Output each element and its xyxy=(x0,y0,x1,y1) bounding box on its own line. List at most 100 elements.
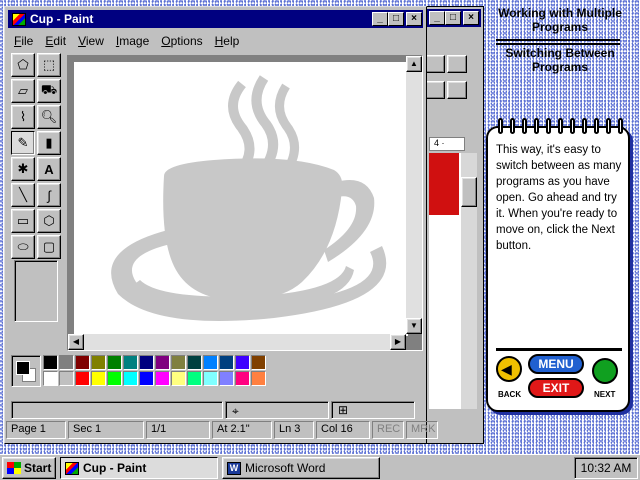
heading-divider-2 xyxy=(496,43,620,45)
color-swatch[interactable] xyxy=(251,355,266,370)
menu-options[interactable]: Options xyxy=(155,34,208,48)
pencil-tool[interactable]: ✎ xyxy=(11,131,35,155)
task-paint[interactable]: Cup - Paint xyxy=(60,457,218,479)
paint-status-bar: ⌖ ⊞ xyxy=(11,399,423,421)
eraser-tool[interactable]: ▱ xyxy=(11,79,35,103)
color-swatch[interactable] xyxy=(91,371,106,386)
text-tool[interactable]: A xyxy=(37,157,61,181)
paint-window[interactable]: Cup - Paint _ □ × File Edit View Image O… xyxy=(4,6,427,444)
menu-edit[interactable]: Edit xyxy=(39,34,72,48)
word-align-left-button[interactable] xyxy=(425,81,445,99)
status-selection-size: ⊞ xyxy=(331,401,415,419)
color-palette xyxy=(11,355,423,395)
close-button[interactable]: × xyxy=(406,12,422,26)
color-swatch[interactable] xyxy=(235,371,250,386)
canvas-area: ▲ ▼ ◀ ▶ xyxy=(67,55,423,351)
scroll-right-button[interactable]: ▶ xyxy=(390,334,406,350)
maximize-button[interactable]: □ xyxy=(388,12,404,26)
airbrush-tool[interactable]: ✱ xyxy=(11,157,35,181)
windows-logo-icon xyxy=(7,462,21,474)
color-swatch[interactable] xyxy=(219,355,234,370)
polygon-icon: ⬡ xyxy=(43,213,55,228)
color-swatch[interactable] xyxy=(187,371,202,386)
color-swatch[interactable] xyxy=(187,355,202,370)
word-close-button[interactable]: × xyxy=(463,11,479,25)
menu-view[interactable]: View xyxy=(72,34,110,48)
menu-button[interactable]: MENU xyxy=(528,354,584,374)
system-clock[interactable]: 10:32 AM xyxy=(574,457,638,479)
color-swatch[interactable] xyxy=(107,355,122,370)
word-vertical-scrollbar[interactable] xyxy=(461,153,477,409)
pick-color-tool[interactable]: ⌇ xyxy=(11,105,35,129)
canvas-horizontal-scrollbar[interactable]: ◀ ▶ xyxy=(68,334,406,350)
word-toolbar-icon-1[interactable] xyxy=(425,55,445,73)
next-button[interactable] xyxy=(592,358,618,384)
rectangle-icon: ▭ xyxy=(16,213,30,228)
menu-file[interactable]: File xyxy=(8,34,39,48)
eraser-icon: ▱ xyxy=(18,83,28,98)
curve-tool[interactable]: ∫ xyxy=(37,183,61,207)
color-swatch[interactable] xyxy=(75,355,90,370)
color-swatch[interactable] xyxy=(107,371,122,386)
status-mrk[interactable]: MRK xyxy=(406,421,438,439)
color-swatch[interactable] xyxy=(171,371,186,386)
color-swatch[interactable] xyxy=(155,355,170,370)
minimize-button[interactable]: _ xyxy=(372,12,388,26)
status-help-text xyxy=(11,401,223,419)
current-colors[interactable] xyxy=(11,355,41,387)
paint-title-bar[interactable]: Cup - Paint _ □ × xyxy=(8,10,423,28)
menu-help[interactable]: Help xyxy=(209,34,246,48)
word-minimize-button[interactable]: _ xyxy=(429,11,445,25)
color-swatch[interactable] xyxy=(139,371,154,386)
back-button[interactable]: ◀ xyxy=(496,356,522,382)
notepad-ring xyxy=(594,118,599,134)
rectangle-tool[interactable]: ▭ xyxy=(11,209,35,233)
word-title-bar[interactable]: _ □ × xyxy=(421,9,481,27)
select-tool[interactable]: ⬚ xyxy=(37,53,61,77)
color-swatch[interactable] xyxy=(203,371,218,386)
rounded-rectangle-tool[interactable]: ▢ xyxy=(37,235,61,259)
color-swatch[interactable] xyxy=(75,371,90,386)
color-swatch[interactable] xyxy=(123,371,138,386)
word-maximize-button[interactable]: □ xyxy=(445,11,461,25)
status-rec[interactable]: REC xyxy=(372,421,404,439)
magnifier-tool[interactable]: 🔍︎ xyxy=(37,105,61,129)
color-swatch[interactable] xyxy=(59,371,74,386)
word-toolbar-icon-2[interactable] xyxy=(447,55,467,73)
help-text: This way, it's easy to switch between as… xyxy=(496,144,622,252)
color-swatch[interactable] xyxy=(59,355,74,370)
word-window[interactable]: _ □ × 4 · xyxy=(418,6,484,444)
scroll-down-button[interactable]: ▼ xyxy=(406,318,422,334)
color-swatch[interactable] xyxy=(235,355,250,370)
color-swatch[interactable] xyxy=(203,355,218,370)
ellipse-tool[interactable]: ⬭ xyxy=(11,235,35,259)
help-heading: Working with Multiple Programs xyxy=(490,6,630,34)
free-form-select-tool[interactable]: ⬠ xyxy=(11,53,35,77)
start-button[interactable]: Start xyxy=(2,457,56,479)
word-scroll-thumb[interactable] xyxy=(461,177,477,207)
exit-button[interactable]: EXIT xyxy=(528,378,584,398)
magnifier-icon: 🔍︎ xyxy=(40,109,58,124)
line-tool[interactable]: ╲ xyxy=(11,183,35,207)
color-swatch[interactable] xyxy=(251,371,266,386)
drawing-canvas[interactable] xyxy=(74,62,408,336)
tool-options-box[interactable] xyxy=(14,260,58,322)
color-swatch[interactable] xyxy=(219,371,234,386)
color-swatch[interactable] xyxy=(171,355,186,370)
scroll-up-button[interactable]: ▲ xyxy=(406,56,422,72)
color-swatch[interactable] xyxy=(91,355,106,370)
color-swatch[interactable] xyxy=(155,371,170,386)
brush-tool[interactable]: ▮ xyxy=(37,131,61,155)
canvas-vertical-scrollbar[interactable]: ▲ ▼ xyxy=(406,56,422,334)
color-swatch[interactable] xyxy=(123,355,138,370)
color-swatch[interactable] xyxy=(43,355,58,370)
polygon-tool[interactable]: ⬡ xyxy=(37,209,61,233)
color-swatch[interactable] xyxy=(43,371,58,386)
task-word[interactable]: W Microsoft Word xyxy=(222,457,380,479)
word-align-center-button[interactable] xyxy=(447,81,467,99)
status-at: At 2.1" xyxy=(212,421,272,439)
scroll-left-button[interactable]: ◀ xyxy=(68,334,84,350)
fill-tool[interactable]: ⛟ xyxy=(37,79,61,103)
menu-image[interactable]: Image xyxy=(110,34,155,48)
color-swatch[interactable] xyxy=(139,355,154,370)
